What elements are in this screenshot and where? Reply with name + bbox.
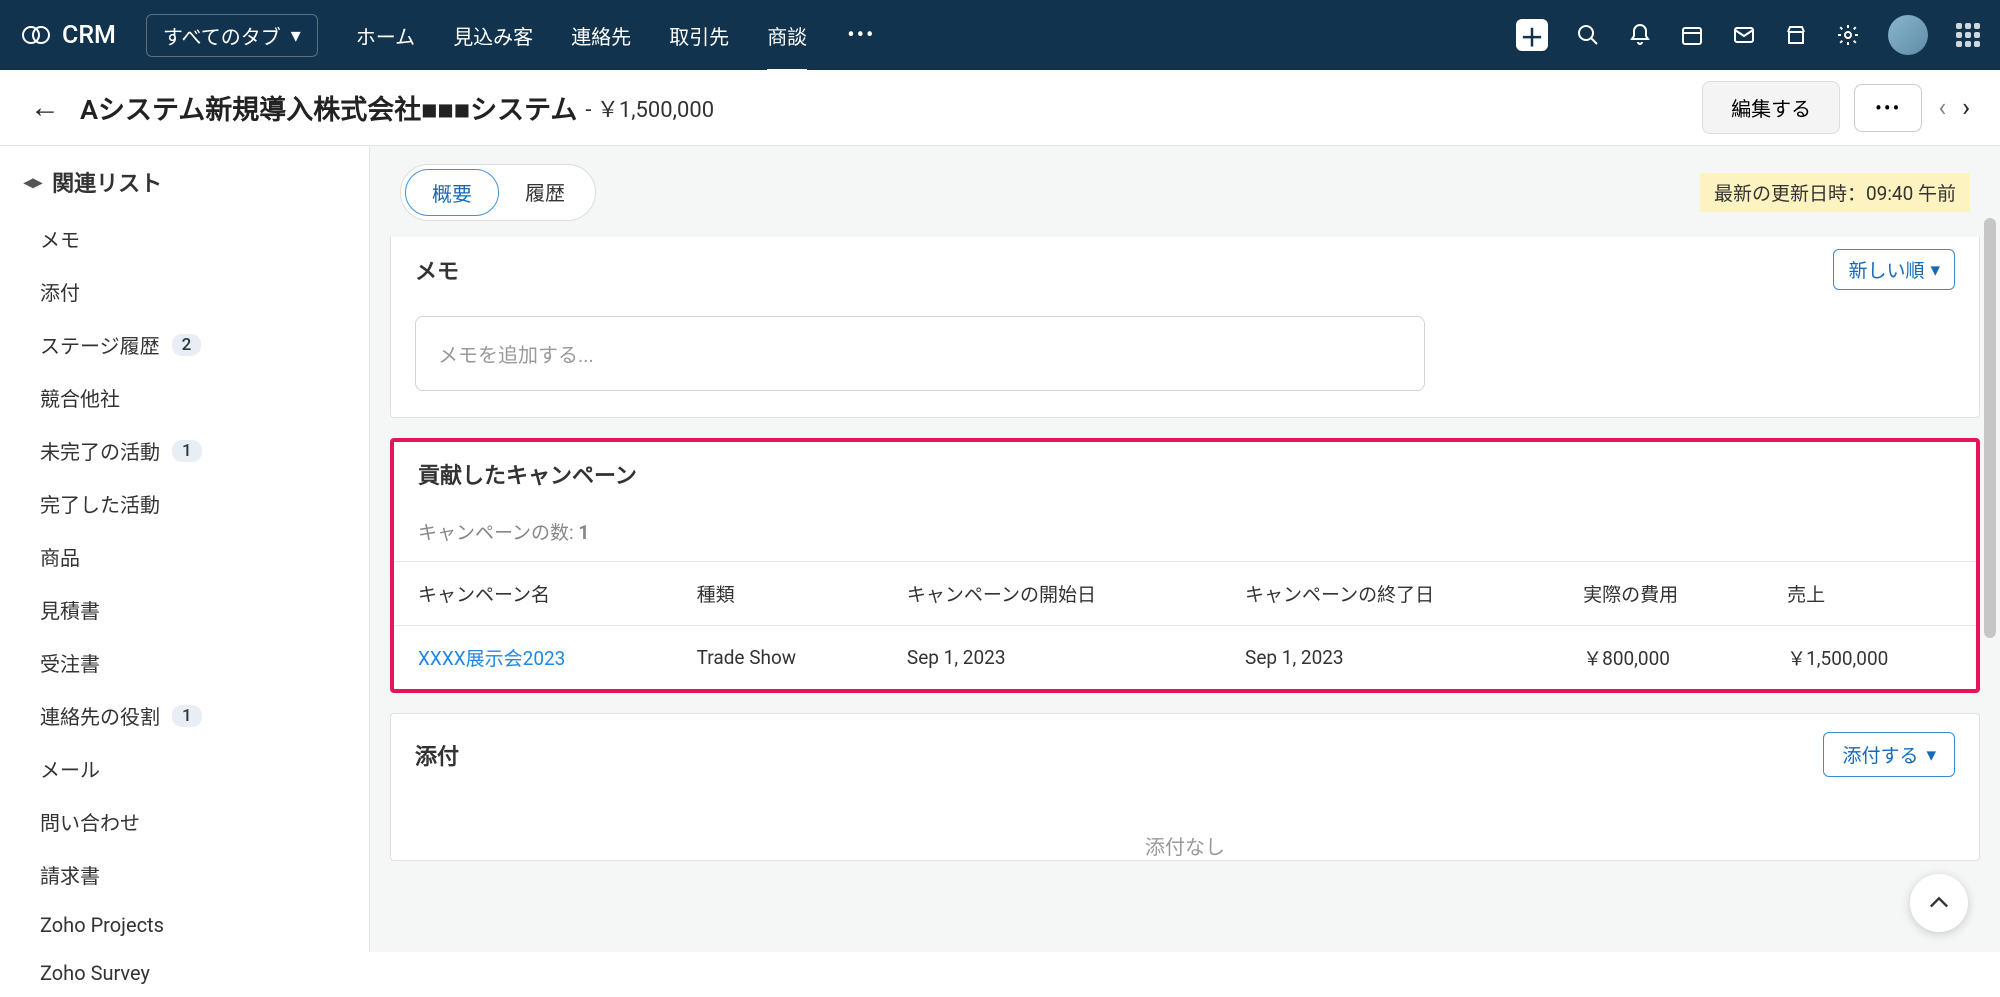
sidebar-item[interactable]: 未完了の活動1 [0,424,369,477]
attachments-empty-label: 添付なし [391,795,1979,860]
nav-tab-accounts[interactable]: 取引先 [669,0,729,72]
record-title: Aシステム新規導入株式会社■■■システム [80,88,577,127]
memo-section: メモ 新しい順 ▾ メモを追加する... [390,237,1980,418]
nav-utility-icons: ＋ [1516,15,1980,55]
scroll-to-top-button[interactable] [1910,874,1968,932]
sidebar-item[interactable]: 見積書 [0,583,369,636]
nav-tab-contacts[interactable]: 連絡先 [571,0,631,72]
marketplace-icon[interactable] [1784,23,1808,47]
campaigns-table: キャンペーン名種類キャンペーンの開始日キャンペーンの終了日実際の費用売上 XXX… [394,561,1976,689]
attachments-section: 添付 添付する ▾ 添付なし [390,713,1980,861]
table-header: キャンペーン名 [394,562,673,626]
sidebar-item[interactable]: 問い合わせ [0,795,369,848]
record-amount: - ￥1,500,000 [585,92,714,124]
apps-grid-icon[interactable] [1956,23,1980,47]
record-more-button[interactable]: ••• [1854,84,1922,132]
sidebar-item[interactable]: 競合他社 [0,371,369,424]
prev-record-chevron[interactable]: ‹ [1938,93,1946,123]
sidebar-item[interactable]: 受注書 [0,636,369,689]
all-tabs-label: すべてのタブ [163,21,281,50]
tab-overview[interactable]: 概要 [405,169,499,216]
memo-title: メモ [415,254,459,286]
view-toggle: 概要 履歴 [400,164,596,221]
attachments-title: 添付 [415,739,459,771]
table-header: キャンペーンの開始日 [883,562,1221,626]
content-scrollbar[interactable] [1980,206,1998,726]
chevron-down-icon: ▾ [1926,743,1936,766]
sidebar-item[interactable]: メール [0,742,369,795]
sidebar-item[interactable]: ステージ履歴2 [0,318,369,371]
mail-icon[interactable] [1732,23,1756,47]
chevron-down-icon: ▾ [291,23,301,47]
user-avatar[interactable] [1888,15,1928,55]
nav-tab-deals[interactable]: 商談 [767,0,807,72]
sidebar-header: ◂▸ 関連リスト [0,166,369,212]
app-logo[interactable]: CRM [20,19,116,51]
sidebar-collapse-icon[interactable]: ◂▸ [24,172,42,193]
settings-gear-icon[interactable] [1836,23,1860,47]
nav-tab-home[interactable]: ホーム [356,0,415,72]
calendar-icon[interactable] [1680,23,1704,47]
chevron-up-icon [1925,889,1953,917]
tab-history[interactable]: 履歴 [499,169,591,216]
record-header: ← Aシステム新規導入株式会社■■■システム - ￥1,500,000 編集する… [0,70,2000,146]
memo-sort-dropdown[interactable]: 新しい順 ▾ [1833,249,1955,290]
related-list-sidebar: ◂▸ 関連リスト メモ添付ステージ履歴2競合他社未完了の活動1完了した活動商品見… [0,146,370,952]
sidebar-item[interactable]: 完了した活動 [0,477,369,530]
sidebar-item[interactable]: メモ [0,212,369,265]
top-nav: CRM すべてのタブ ▾ ホーム 見込み客 連絡先 取引先 商談 ••• ＋ [0,0,2000,70]
count-badge: 1 [172,705,202,727]
last-updated-label: 最新の更新日時：09:40 午前 [1700,173,1970,212]
chevron-down-icon: ▾ [1930,258,1940,281]
bell-icon[interactable] [1628,23,1652,47]
table-header: 売上 [1763,562,1976,626]
count-badge: 1 [172,440,202,462]
edit-button[interactable]: 編集する [1702,81,1840,134]
memo-input[interactable]: メモを追加する... [415,316,1425,391]
nav-tab-leads[interactable]: 見込み客 [453,0,533,72]
campaigns-section-highlighted: 貢献したキャンペーン キャンペーンの数: 1 キャンペーン名種類キャンペーンの開… [390,438,1980,693]
next-record-chevron[interactable]: › [1962,93,1970,123]
nav-more-tabs[interactable]: ••• [847,23,875,48]
sidebar-item[interactable]: 請求書 [0,848,369,901]
campaigns-title: 貢献したキャンペーン [418,464,637,489]
detail-content: 概要 履歴 最新の更新日時：09:40 午前 メモ 新しい順 ▾ メモを追加する… [370,146,2000,952]
table-header: キャンペーンの終了日 [1221,562,1559,626]
table-header: 実際の費用 [1559,562,1763,626]
sidebar-item[interactable]: Zoho Survey [0,949,369,997]
all-tabs-dropdown[interactable]: すべてのタブ ▾ [146,14,318,57]
sidebar-item[interactable]: 商品 [0,530,369,583]
app-name: CRM [62,21,116,50]
table-header: 種類 [673,562,883,626]
zoho-crm-icon [20,19,52,51]
sidebar-item[interactable]: Zoho Projects [0,901,369,949]
sidebar-item[interactable]: 連絡先の役割1 [0,689,369,742]
sidebar-title: 関連リスト [52,166,162,198]
back-arrow-icon[interactable]: ← [30,90,60,125]
create-record-button[interactable]: ＋ [1516,19,1548,51]
sidebar-item[interactable]: 添付 [0,265,369,318]
search-icon[interactable] [1576,23,1600,47]
count-badge: 2 [172,334,202,356]
campaigns-count: キャンペーンの数: 1 [394,490,1976,561]
campaign-link[interactable]: XXXX展示会2023 [418,647,565,670]
attach-button[interactable]: 添付する ▾ [1823,732,1955,777]
table-row: XXXX展示会2023Trade ShowSep 1, 2023Sep 1, 2… [394,626,1976,690]
